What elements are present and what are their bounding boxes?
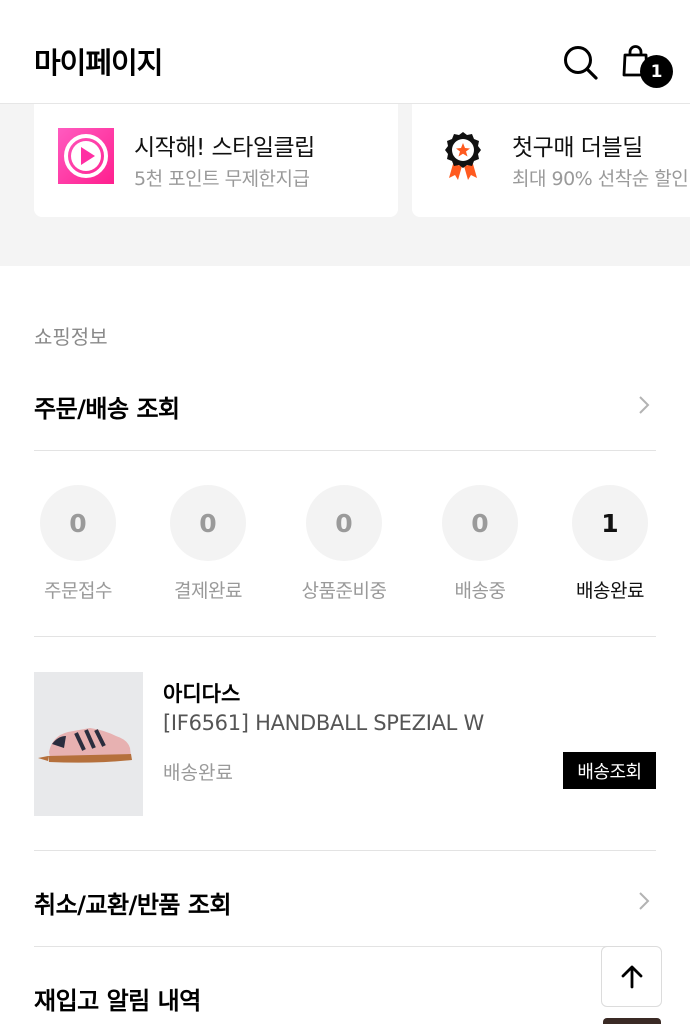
page-title: 마이페이지 — [34, 46, 163, 80]
promo-banner-carousel[interactable]: 시작해! 스타일클립 5천 포인트 무제한지급 첫구매 더블딜 최대 90% 선… — [0, 104, 690, 266]
status-count: 0 — [442, 485, 518, 561]
product-image[interactable] — [34, 672, 143, 816]
award-badge-icon — [440, 128, 496, 184]
order-status-summary: 0 주문접수 0 결제완료 0 상품준비중 0 배송중 1 배송완료 — [34, 451, 656, 637]
status-payment-complete[interactable]: 0 결제완료 — [148, 485, 268, 603]
status-label: 상품준비중 — [301, 580, 387, 602]
status-label: 결제완료 — [174, 580, 242, 602]
menu-label: 재입고 알림 내역 — [34, 987, 201, 1015]
promo-banner-subtitle: 최대 90% 선착순 할인 — [512, 168, 689, 190]
promo-banner-title: 첫구매 더블딜 — [512, 135, 643, 161]
order-tracking-row[interactable]: 주문/배송 조회 — [34, 355, 656, 451]
promo-banner-subtitle: 5천 포인트 무제한지급 — [134, 168, 310, 190]
chevron-right-icon — [639, 396, 650, 414]
scroll-to-top-button[interactable] — [601, 946, 662, 1007]
search-button[interactable] — [560, 42, 602, 84]
menu-label: 주문/배송 조회 — [34, 395, 180, 423]
status-count: 0 — [40, 485, 116, 561]
status-count: 1 — [572, 485, 648, 561]
status-shipping[interactable]: 0 배송중 — [420, 485, 540, 603]
track-delivery-button[interactable]: 배송조회 — [563, 752, 656, 789]
status-label: 배송중 — [454, 580, 506, 602]
top-header: 마이페이지 1 — [0, 0, 690, 104]
promo-banner-card[interactable]: 시작해! 스타일클립 5천 포인트 무제한지급 — [34, 104, 398, 217]
status-count: 0 — [170, 485, 246, 561]
arrow-up-icon — [621, 965, 642, 988]
order-item-card[interactable]: 아디다스 [IF6561] HANDBALL SPEZIAL W 배송완료 배송… — [34, 637, 656, 851]
promo-banner-card[interactable]: 첫구매 더블딜 최대 90% 선착순 할인 — [412, 104, 690, 217]
cancel-exchange-return-row[interactable]: 취소/교환/반품 조회 — [34, 851, 656, 947]
play-circle-icon — [58, 128, 114, 184]
order-status-text: 배송완료 — [163, 762, 233, 784]
chevron-right-icon — [639, 892, 650, 910]
search-icon — [564, 46, 598, 80]
status-preparing[interactable]: 0 상품준비중 — [284, 485, 404, 603]
restock-alert-row[interactable]: 재입고 알림 내역 — [34, 947, 656, 1024]
product-name[interactable]: [IF6561] HANDBALL SPEZIAL W — [163, 711, 484, 735]
status-delivered[interactable]: 1 배송완료 — [550, 485, 670, 603]
status-count: 0 — [306, 485, 382, 561]
floating-thumbnail — [603, 1018, 661, 1024]
promo-banner-title: 시작해! 스타일클립 — [134, 135, 315, 161]
status-label: 주문접수 — [44, 580, 112, 602]
cart-count-badge: 1 — [640, 55, 673, 88]
section-label-shopping: 쇼핑정보 — [34, 325, 108, 349]
status-order-received[interactable]: 0 주문접수 — [18, 485, 138, 603]
product-brand: 아디다스 — [163, 682, 241, 706]
menu-label: 취소/교환/반품 조회 — [34, 891, 232, 919]
status-label: 배송완료 — [576, 580, 644, 602]
